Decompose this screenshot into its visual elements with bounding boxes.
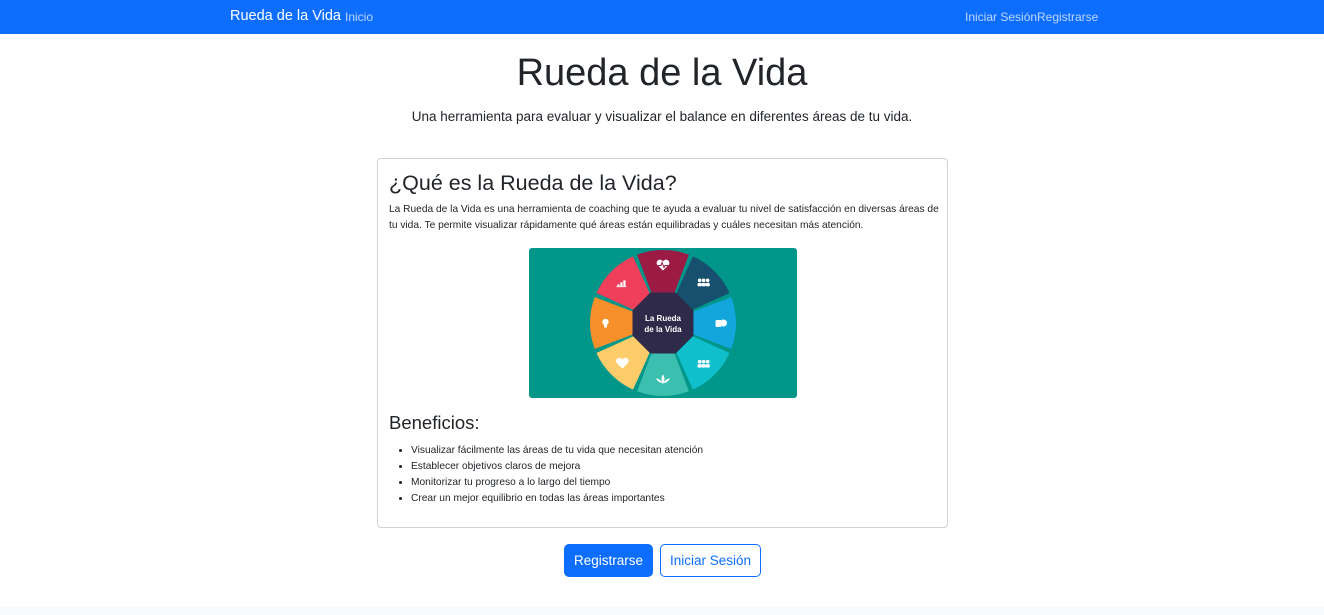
footer-strip (0, 607, 1324, 615)
nav-link-inicio[interactable]: Inicio (345, 10, 373, 24)
coins-icon (715, 319, 727, 327)
wheel-center (632, 292, 694, 354)
benefits-list: Visualizar fácilmente las áreas de tu vi… (411, 443, 703, 507)
benefit-item: Establecer objetivos claros de mejora (411, 459, 703, 475)
page-subtitle: Una herramienta para evaluar y visualiza… (411, 109, 913, 124)
wheel-graphic: La Rueda de la Vida (590, 250, 736, 396)
benefit-item: Visualizar fácilmente las áreas de tu vi… (411, 443, 703, 459)
nav-link-register[interactable]: Registrarse (1037, 10, 1098, 24)
top-navbar: Rueda de la Vida Inicio Iniciar Sesión R… (0, 0, 1324, 34)
wheel-center-label: de la Vida (644, 325, 682, 334)
benefits-title: Beneficios: (389, 412, 480, 433)
wheel-center-label: La Rueda (645, 314, 682, 323)
brand-link[interactable]: Rueda de la Vida (230, 8, 341, 24)
card-title: ¿Qué es la Rueda de la Vida? (389, 171, 677, 195)
page-title: Rueda de la Vida (516, 52, 808, 94)
info-card: ¿Qué es la Rueda de la Vida? La Rueda de… (377, 158, 948, 528)
card-description: La Rueda de la Vida es una herramienta d… (389, 204, 939, 231)
register-button[interactable]: Registrarse (564, 544, 653, 577)
wheel-of-life-image: La Rueda de la Vida (529, 248, 797, 398)
nav-link-login[interactable]: Iniciar Sesión (965, 10, 1037, 24)
benefit-item: Monitorizar tu progreso a lo largo del t… (411, 475, 703, 491)
login-button[interactable]: Iniciar Sesión (660, 544, 761, 577)
benefit-item: Crear un mejor equilibrio en todas las á… (411, 491, 703, 507)
